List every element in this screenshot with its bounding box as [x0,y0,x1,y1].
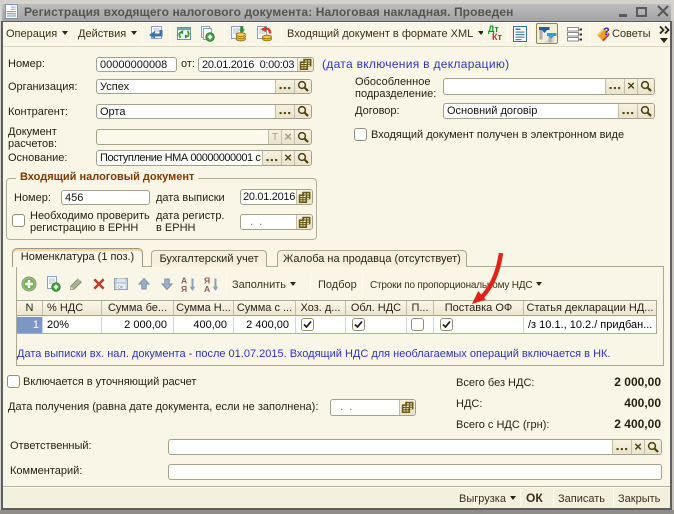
svg-text:А: А [204,284,210,292]
svg-text:?: ? [603,26,610,38]
svg-text:ОК: ОК [118,285,125,290]
svg-text:Я: Я [181,284,187,292]
